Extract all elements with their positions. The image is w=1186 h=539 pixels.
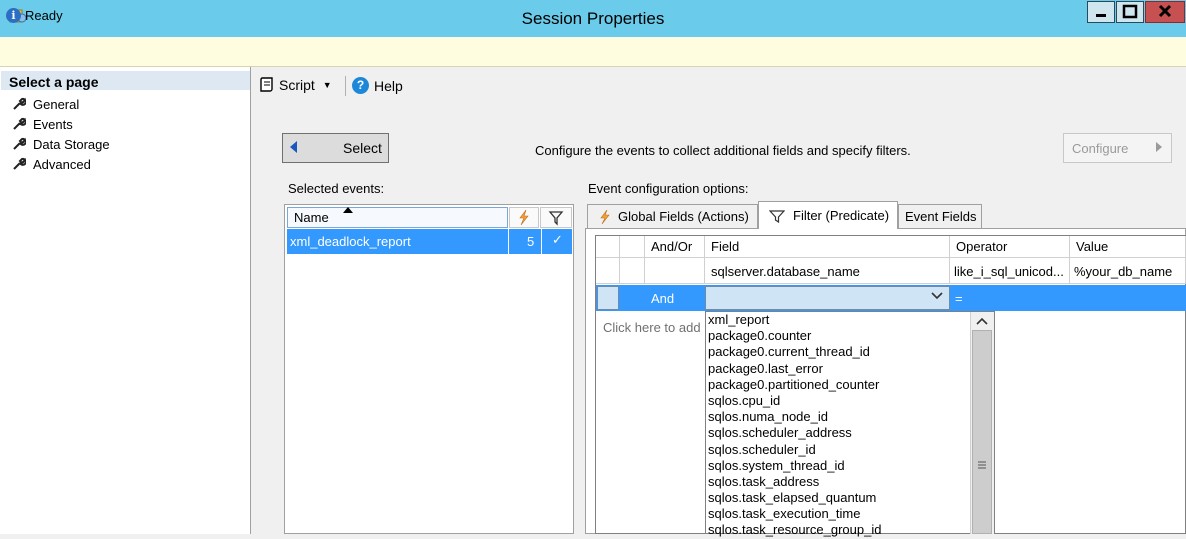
- maximize-button[interactable]: [1116, 1, 1144, 23]
- dropdown-item[interactable]: sqlos.system_thread_id: [708, 458, 970, 474]
- dropdown-item[interactable]: package0.last_error: [708, 361, 970, 377]
- sidebar-item-label: Data Storage: [33, 136, 110, 152]
- event-config-label: Event configuration options:: [588, 181, 749, 196]
- chevron-down-icon[interactable]: [931, 290, 943, 304]
- field-cell[interactable]: sqlserver.database_name: [705, 258, 950, 284]
- script-label: Script: [279, 77, 315, 93]
- script-icon: [260, 77, 273, 92]
- filter-icon: [548, 211, 564, 226]
- column-header-andor[interactable]: And/Or: [645, 236, 705, 258]
- dropdown-item[interactable]: sqlos.task_address: [708, 474, 970, 490]
- cell-divider: [508, 229, 509, 254]
- sidebar-item-events[interactable]: Events: [12, 115, 73, 133]
- event-action-count: 5: [527, 234, 535, 249]
- scrollbar-grip-icon: [977, 460, 987, 470]
- sidebar-item-data-storage[interactable]: Data Storage: [12, 135, 110, 153]
- scrollbar-thumb[interactable]: [972, 330, 992, 534]
- status-bar: [0, 37, 1186, 67]
- dropdown-item[interactable]: sqlos.numa_node_id: [708, 409, 970, 425]
- dropdown-item[interactable]: sqlos.scheduler_id: [708, 442, 970, 458]
- dropdown-item[interactable]: xml_report: [708, 312, 970, 328]
- row-header-corner: [596, 236, 620, 258]
- close-button[interactable]: [1145, 1, 1185, 23]
- value-cell[interactable]: %your_db_name: [1070, 258, 1186, 284]
- wrench-icon: [13, 117, 26, 130]
- andor-cell[interactable]: And: [651, 291, 674, 306]
- configure-button-label: Configure: [1072, 141, 1129, 156]
- dropdown-item[interactable]: package0.counter: [708, 328, 970, 344]
- chevron-up-icon[interactable]: [975, 316, 989, 329]
- tab-global-fields[interactable]: Global Fields (Actions): [587, 204, 758, 229]
- row-selector[interactable]: [597, 286, 619, 310]
- help-icon: ?: [352, 77, 369, 94]
- toolbar-separator: [345, 76, 346, 96]
- sidebar-item-general[interactable]: General: [12, 95, 79, 113]
- window-title: Session Properties: [521, 9, 665, 28]
- dropdown-items: xml_report package0.counter package0.curre…: [708, 312, 970, 539]
- row-selector[interactable]: [596, 258, 620, 284]
- tab-filter-predicate[interactable]: Filter (Predicate): [758, 201, 898, 229]
- filter-check-icon: ✓: [552, 232, 563, 247]
- event-name: xml_deadlock_report: [290, 234, 411, 249]
- wrench-icon: [13, 97, 26, 110]
- dropdown-item[interactable]: sqlos.scheduler_address: [708, 425, 970, 441]
- tab-label: Global Fields (Actions): [618, 209, 749, 224]
- filter-icon: [769, 209, 785, 223]
- status-text: Ready: [25, 8, 63, 23]
- column-header-value[interactable]: Value: [1070, 236, 1186, 258]
- dropdown-item[interactable]: sqlos.task_execution_time: [708, 506, 970, 522]
- column-header-field[interactable]: Field: [705, 236, 950, 258]
- help-button[interactable]: ? Help: [352, 77, 403, 94]
- cell-divider: [541, 229, 542, 254]
- wrench-icon: [13, 137, 26, 150]
- select-button-label: Select: [343, 140, 382, 156]
- field-combobox[interactable]: [705, 286, 950, 310]
- wrench-icon: [13, 157, 26, 170]
- arrow-left-icon: [290, 141, 297, 153]
- dropdown-item[interactable]: package0.current_thread_id: [708, 344, 970, 360]
- help-label: Help: [374, 77, 403, 94]
- close-icon: [1158, 4, 1172, 18]
- andor-cell[interactable]: [645, 258, 705, 284]
- row-indent: [620, 258, 645, 284]
- maximize-icon: [1122, 4, 1138, 19]
- tab-label: Filter (Predicate): [793, 208, 890, 223]
- sort-ascending-icon: [343, 207, 353, 213]
- minimize-icon: [1096, 14, 1106, 17]
- selected-events-label: Selected events:: [288, 181, 385, 196]
- select-page-label: Select a page: [9, 74, 99, 90]
- row-header-corner: [620, 236, 645, 258]
- column-header-filter[interactable]: [540, 207, 572, 228]
- sidebar-item-label: General: [33, 96, 80, 112]
- add-clause-hint[interactable]: Click here to add: [603, 320, 705, 335]
- tab-label: Event Fields: [905, 209, 977, 224]
- operator-cell[interactable]: =: [955, 291, 963, 306]
- sidebar-item-advanced[interactable]: Advanced: [12, 155, 91, 173]
- tab-event-fields[interactable]: Event Fields: [898, 204, 982, 229]
- operator-cell[interactable]: like_i_sql_unicod...: [950, 258, 1070, 284]
- lightning-icon: [600, 209, 610, 224]
- column-header-name-label: Name: [294, 210, 329, 225]
- column-header-actions[interactable]: [509, 207, 539, 228]
- column-header-operator[interactable]: Operator: [950, 236, 1070, 258]
- configure-instructions: Configure the events to collect addition…: [535, 143, 911, 158]
- minimize-button[interactable]: [1087, 1, 1115, 23]
- dropdown-item[interactable]: sqlos.task_resource_group_id: [708, 522, 970, 538]
- dropdown-item[interactable]: package0.partitioned_counter: [708, 377, 970, 393]
- script-button[interactable]: Script ▼: [259, 77, 332, 93]
- dropdown-item[interactable]: sqlos.cpu_id: [708, 393, 970, 409]
- chevron-down-icon[interactable]: ▼: [323, 80, 332, 90]
- info-icon: i: [6, 8, 21, 23]
- sidebar-item-label: Events: [33, 116, 73, 132]
- dropdown-item[interactable]: sqlos.task_elapsed_quantum: [708, 490, 970, 506]
- arrow-right-icon: [1156, 142, 1162, 152]
- lightning-icon: [519, 209, 529, 226]
- sidebar-item-label: Advanced: [33, 156, 91, 172]
